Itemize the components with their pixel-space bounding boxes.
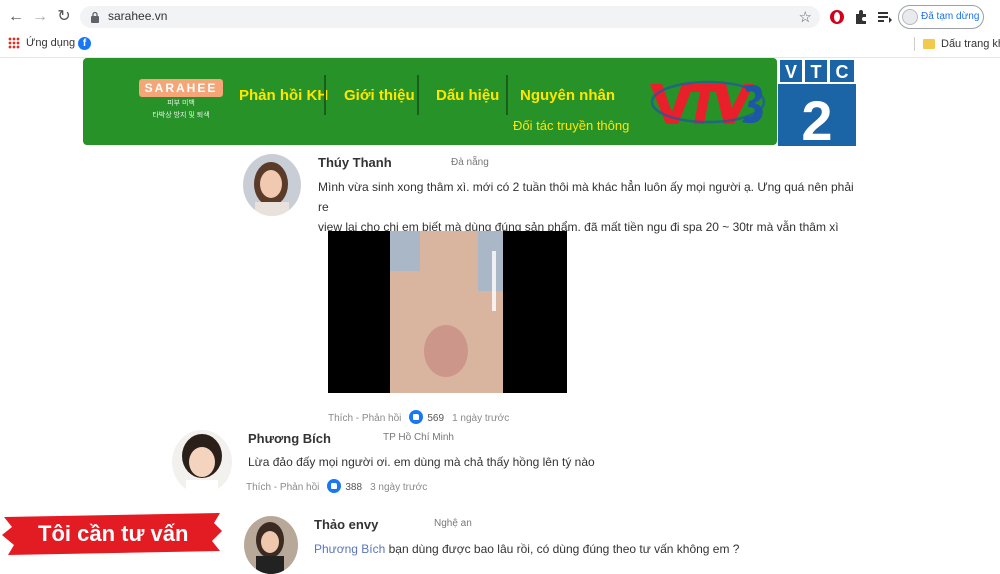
comment-meta: Thích - Phản hồi 569 1 ngày trước [328,410,509,424]
profile-status-label: Đã tạm dừng [921,11,980,22]
like-reply-link[interactable]: Thích - Phản hồi [246,482,319,493]
comment-time: 1 ngày trước [452,413,510,424]
profile-paused-button[interactable]: Đã tạm dừng [898,5,984,29]
logo-text: SARAHEE [138,79,224,97]
divider [324,75,326,115]
bookmark-star-icon[interactable]: ☆ [799,8,812,26]
sarahee-logo[interactable]: SARAHEE 피부 미백 타박상 방지 및 퇴색 [123,79,239,121]
back-arrow-icon[interactable]: ← [6,7,26,27]
like-count: 569 [427,413,445,424]
consult-cta-label[interactable]: Tôi cần tư vấn [38,521,188,547]
like-count: 388 [345,482,363,493]
comment-location: Đà nẵng [451,157,489,168]
vtc-number: 2 [801,89,832,146]
like-icon[interactable] [327,479,342,493]
facebook-bookmark-icon[interactable]: f [78,37,91,50]
other-bookmarks-label: Dấu trang khác [941,37,1000,50]
folder-icon [923,39,935,49]
like-reply-link[interactable]: Thích - Phản hồi [328,413,401,424]
vtc-letter-c: C [836,62,849,82]
like-icon[interactable] [409,410,424,424]
reload-icon[interactable]: ↻ [54,7,74,27]
user-photo-icon [172,430,232,494]
comment-location: TP Hồ Chí Minh [383,432,454,443]
apps-grid-icon [8,37,20,50]
divider [417,75,419,115]
logo-subtitle-2: 타박상 방지 및 퇴색 [152,112,210,119]
media-partner-label: Đối tác truyền thông [513,118,630,133]
apps-shortcut[interactable]: Ứng dụng [8,37,76,50]
avatar[interactable] [244,516,298,574]
divider [914,37,915,51]
comment-author-name[interactable]: Thảo envy [314,517,378,532]
divider [506,75,508,115]
site-header-banner: SARAHEE 피부 미백 타박상 방지 및 퇴색 Phản hồi KH Gi… [83,58,777,145]
opera-icon[interactable] [828,8,846,26]
logo-subtitle-1: 피부 미백 [167,100,195,107]
other-bookmarks[interactable]: Dấu trang khác [914,37,1000,51]
nav-causes[interactable]: Nguyên nhân [520,87,615,104]
avatar[interactable] [243,154,301,216]
comment-text: Mình vừa sinh xong thâm xì. mới có 2 tuầ… [318,180,854,214]
user-photo-icon [243,154,301,216]
comment-body: bạn dùng được bao lâu rồi, có dùng đúng … [388,542,740,556]
reading-list-icon[interactable] [876,8,894,26]
vtc-letter-v: V [785,62,797,82]
vtc-letter-t: T [811,62,822,82]
comment-text: Phương Bích bạn dùng được bao lâu rồi, c… [314,539,854,559]
comment-author-name[interactable]: Phương Bích [248,431,331,446]
avatar-icon [902,9,918,25]
url-text: sarahee.vn [108,9,168,23]
mention-link[interactable]: Phương Bích [314,542,385,556]
nav-about[interactable]: Giới thiệu [344,87,415,104]
user-photo-icon [244,516,298,574]
apps-label: Ứng dụng [26,37,76,49]
video-thumbnail [328,231,567,393]
vtc2-logo: V T C 2 [778,58,856,152]
comment-time: 3 ngày trước [370,482,428,493]
nav-feedback[interactable]: Phản hồi KH [239,87,328,104]
nav-signs[interactable]: Dấu hiệu [436,87,499,104]
lock-icon [91,11,99,23]
comment-meta: Thích - Phản hồi 388 3 ngày trước [246,479,427,493]
forward-arrow-icon[interactable]: → [30,7,50,27]
browser-toolbar: ← → ↻ sarahee.vn ☆ Đã tạm dừng [0,0,1000,34]
bookmarks-bar: Ứng dụng f Dấu trang khác [0,34,1000,56]
comment-author-name[interactable]: Thúy Thanh [318,155,392,170]
vtv3-logo [650,80,766,124]
address-bar[interactable]: sarahee.vn ☆ [80,6,820,28]
avatar[interactable] [172,430,232,494]
vtc2-logo-graphic: V T C 2 [778,58,856,152]
comment-text: Lừa đảo đấy mọi người ơi. em dùng mà chả… [248,455,595,469]
comment-location: Nghệ an [434,518,472,529]
browser-chrome: ← → ↻ sarahee.vn ☆ Đã tạm dừng Ứng dụng [0,0,1000,58]
extensions-puzzle-icon[interactable] [852,8,870,26]
review-video[interactable] [328,231,567,393]
